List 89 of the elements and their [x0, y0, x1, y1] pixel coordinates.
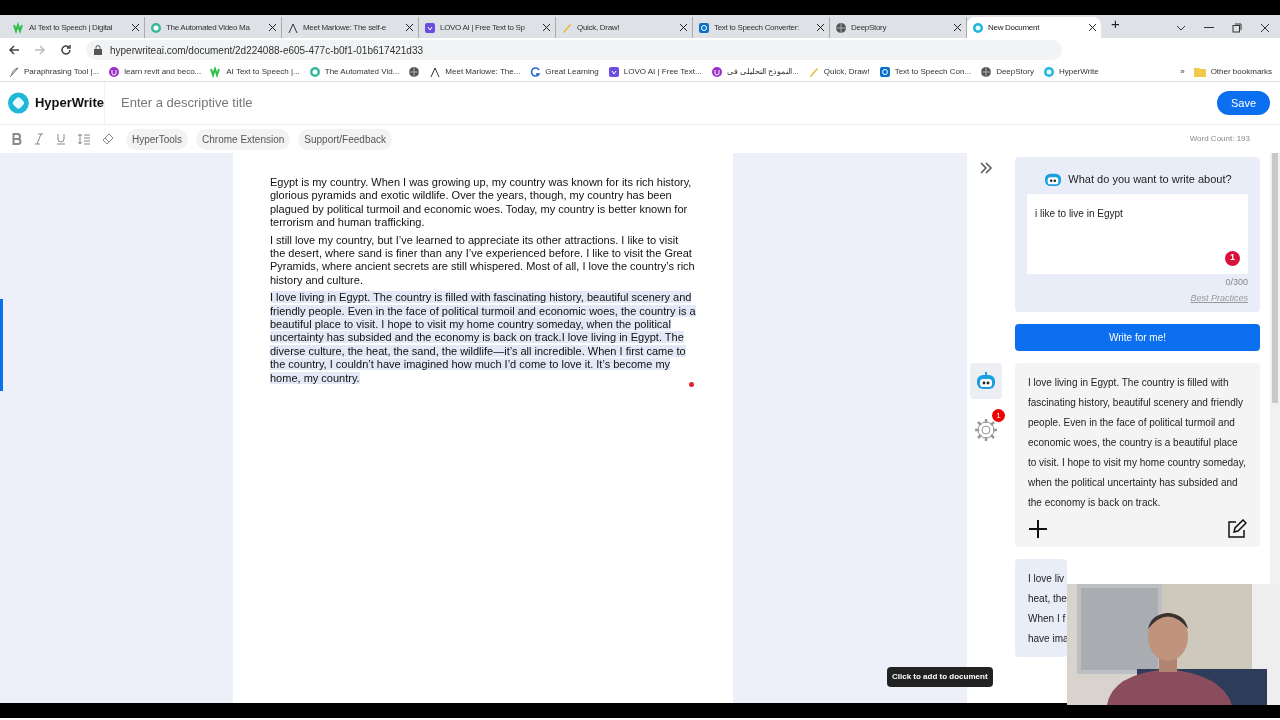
u-logo-icon — [710, 65, 723, 78]
bookmark[interactable]: learn revit and beco... — [108, 65, 202, 78]
toolbar-button[interactable]: Support/Feedback — [298, 128, 392, 150]
document-paragraph: I still love my country, but I’ve learned to appreciate its other attractions. I like to visit the desert, where sand is finer than any I’ve experienced before. I like to visit the Great Pyramids, where ancient secrets are still whispered. Most of all, I love the country’s rich history and culture. — [270, 233, 696, 288]
bookmark[interactable]: Paraphrasing Tool |... — [8, 65, 100, 78]
other-bookmarks[interactable]: Other bookmarks — [1193, 65, 1272, 78]
robot-icon — [975, 372, 997, 390]
pencil-icon — [561, 21, 573, 34]
circle-logo-icon — [878, 65, 891, 78]
suggestion-text: I love living in Egypt. The country is filled with fascinating history, beautiful scenery and friendly people. Even in the face of political turmoil and economic woes, the country is a beautiful place to visit. I hope to visit my home country someday, when the political uncertainty has subsided and the economy is back on track. — [1028, 375, 1247, 510]
logo-icon — [8, 92, 29, 114]
minimize-icon[interactable] — [1204, 27, 1214, 29]
pencil-icon — [807, 65, 820, 78]
feather-icon — [8, 65, 20, 78]
g-logo-icon — [529, 65, 542, 78]
bookmark[interactable]: Text to Speech Con... — [878, 65, 972, 78]
save-button[interactable]: Save — [1216, 90, 1270, 116]
character-count: 0/300 — [1225, 275, 1248, 289]
add-icon[interactable] — [1028, 518, 1048, 539]
restore-icon[interactable] — [1232, 23, 1242, 33]
ww-logo-icon — [210, 65, 223, 78]
eraser-icon[interactable] — [102, 133, 114, 145]
tooltip: Click to add to document — [887, 667, 993, 687]
prompt-field[interactable]: i like to live in Egypt 1 — [1027, 193, 1248, 274]
notification-badge: 1 — [992, 409, 1005, 422]
ring-icon — [1042, 65, 1055, 78]
bookmark[interactable]: The Automated Vid... — [308, 65, 400, 78]
document-paragraph: I love living in Egypt. The country is filled with fascinating history, beautiful scenery and friendly people. Even in the face of political turmoil and economic woes, the country is a beautiful place to visit. I hope to visit my home country someday, when the political uncertainty has subsided and the economy is back on track.I love living in Egypt. The diverse culture, the heat, the sand, the wildlife—it’s all incredible. When I first came to the country, I couldn’t have imagined how much I’d come to love it. It’s become my home, my country. — [270, 291, 696, 386]
bookmark[interactable]: HyperWrite — [1042, 65, 1099, 78]
suggestion-text: When I f — [1028, 611, 1067, 626]
word-count: Word Count: 193 — [1189, 133, 1250, 145]
more-bookmarks-button[interactable]: » — [1180, 65, 1185, 78]
bookmark[interactable]: Quick, Draw! — [807, 65, 870, 78]
close-icon[interactable] — [406, 24, 413, 31]
globe-icon[interactable] — [408, 65, 421, 78]
ring-icon — [150, 21, 162, 34]
new-tab-button[interactable]: + — [1111, 12, 1120, 35]
globe-icon — [835, 21, 847, 34]
lock-icon — [94, 45, 102, 55]
italic-icon[interactable] — [34, 133, 44, 145]
bookmark[interactable]: AI Text to Speech |... — [210, 65, 300, 78]
robot-icon — [1043, 171, 1064, 188]
browser-tab[interactable]: New Document — [967, 17, 1101, 38]
circle-logo-icon — [698, 21, 710, 34]
bookmark[interactable]: Meet Marlowe: The... — [429, 65, 521, 78]
toolbar-button[interactable]: Chrome Extension — [196, 128, 291, 150]
close-icon[interactable] — [132, 24, 139, 31]
title-field[interactable]: Enter a descriptive title — [121, 93, 1217, 113]
ww-logo-icon — [13, 21, 25, 34]
bookmark[interactable]: Great Learning — [529, 65, 599, 78]
suggestion-card[interactable] — [1015, 362, 1260, 547]
folder-icon — [1193, 66, 1206, 77]
prompt-label: What do you want to write about? — [1068, 172, 1232, 187]
document-paragraph: Egypt is my country. When I was growing up, my country was known for its rich history, glorious pyramids and exotic wildlife. Over the years, though, my country has been plagued by political turmoil and economic woes. Today, my country is better known for terrorism and human trafficking. — [270, 176, 693, 230]
close-icon[interactable] — [954, 24, 961, 31]
settings-icon[interactable] — [973, 417, 999, 443]
reload-icon[interactable] — [60, 44, 72, 56]
toolbar-button[interactable]: HyperTools — [126, 128, 189, 150]
globe-icon — [980, 65, 993, 78]
underline-icon[interactable] — [56, 133, 66, 145]
ring-icon — [308, 65, 321, 78]
u-logo-icon — [108, 65, 121, 78]
close-icon[interactable] — [1260, 23, 1270, 33]
bookmark[interactable]: LOVO AI | Free Text... — [607, 65, 702, 78]
close-icon[interactable] — [269, 24, 276, 31]
close-icon[interactable] — [680, 24, 687, 31]
suggestion-text: heat, the — [1028, 591, 1067, 606]
edit-icon[interactable] — [1227, 518, 1247, 539]
close-icon[interactable] — [543, 24, 550, 31]
bold-icon[interactable] — [12, 133, 22, 145]
caret-icon — [429, 65, 442, 78]
chevron-icon[interactable] — [1176, 25, 1186, 31]
caret-icon — [287, 21, 299, 34]
address-bar[interactable]: hyperwriteai.com/document/2d224088-e605-477c-b0f1-01b617421d33 — [86, 40, 1062, 60]
close-icon[interactable] — [817, 24, 824, 31]
back-icon[interactable] — [8, 44, 20, 56]
close-icon[interactable] — [1089, 24, 1096, 31]
write-button[interactable]: Write for me! — [1015, 323, 1260, 351]
scrollbar-thumb[interactable] — [1272, 153, 1278, 403]
line-spacing-icon[interactable] — [78, 133, 90, 145]
error-badge: 1 — [1225, 250, 1240, 266]
suggestion-text: I love liv — [1028, 571, 1066, 586]
robot-tab[interactable] — [970, 363, 1002, 399]
bookmark[interactable]: DeepStory — [980, 65, 1034, 78]
collapse-icon[interactable] — [979, 161, 993, 175]
url-text: hyperwriteai.com/document/2d224088-e605-477c-b0f1-01b617421d33 — [110, 43, 423, 58]
brand-name: HyperWrite — [34, 94, 104, 113]
bookmark[interactable]: النموذج التحليلى فى... — [710, 65, 799, 78]
ring-icon — [972, 21, 984, 34]
